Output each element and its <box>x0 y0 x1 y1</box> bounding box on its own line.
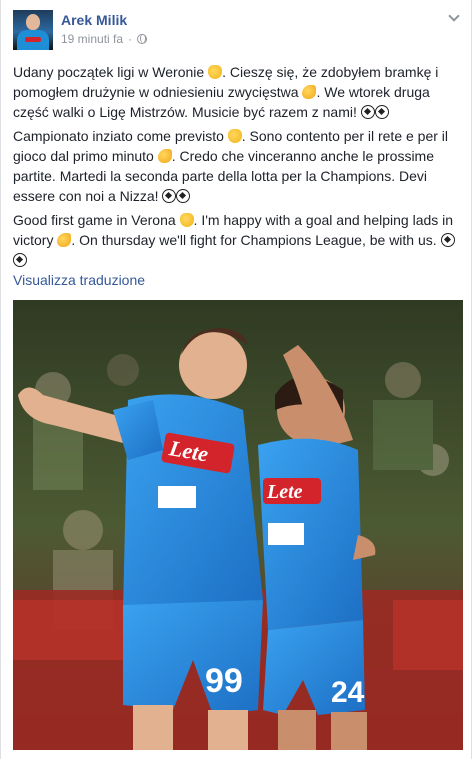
soccer-ball-emoji <box>440 233 455 247</box>
post-text-segment: Campionato inziato come previsto <box>13 128 228 144</box>
shirt-number-right: 24 <box>331 676 365 709</box>
see-translation-link[interactable]: Visualizza traduzione <box>13 272 145 288</box>
ok-hand-emoji <box>208 65 223 79</box>
avatar[interactable] <box>13 10 53 50</box>
post-paragraph: Good first game in Verona . I'm happy wi… <box>13 210 465 270</box>
post-text: Udany początek ligi w Weronie . Cieszę s… <box>13 62 465 274</box>
sponsor-right: Lete <box>266 481 303 503</box>
soccer-ball-emoji <box>162 189 177 203</box>
soccer-ball-emoji <box>374 105 389 119</box>
ok-hand-emoji <box>179 213 194 227</box>
flexed-biceps-emoji <box>157 149 172 163</box>
post-paragraph: Campionato inziato come previsto . Sono … <box>13 126 465 206</box>
soccer-ball-emoji <box>176 189 191 203</box>
post-photo[interactable]: Lete 99 Lete 24 <box>13 300 463 750</box>
soccer-ball-emoji <box>13 253 27 267</box>
timestamp[interactable]: 19 minuti fa <box>61 32 123 46</box>
post-header: Arek Milik 19 minuti fa · <box>13 10 459 54</box>
post-text-segment: Good first game in Verona <box>13 212 180 228</box>
post-text-segment: . On thursday we'll fight for Champions … <box>71 232 441 248</box>
avatar-sponsor-logo <box>25 37 41 42</box>
photo-illustration: Lete 99 Lete 24 <box>13 300 463 750</box>
chevron-down-icon[interactable] <box>449 12 459 22</box>
facebook-post: Arek Milik 19 minuti fa · Udany początek… <box>0 0 472 759</box>
flexed-biceps-emoji <box>57 233 72 247</box>
avatar-face <box>26 14 40 30</box>
meta-separator: · <box>128 32 133 46</box>
author-name[interactable]: Arek Milik <box>61 12 127 28</box>
soccer-ball-emoji <box>360 105 375 119</box>
post-text-segment: Udany początek ligi w Weronie <box>13 64 209 80</box>
post-meta: 19 minuti fa · <box>61 32 148 46</box>
shirt-number-left: 99 <box>205 662 243 700</box>
globe-icon[interactable] <box>137 34 148 44</box>
flexed-biceps-emoji <box>302 85 317 99</box>
post-paragraph: Udany początek ligi w Weronie . Cieszę s… <box>13 62 465 122</box>
ok-hand-emoji <box>227 129 242 143</box>
